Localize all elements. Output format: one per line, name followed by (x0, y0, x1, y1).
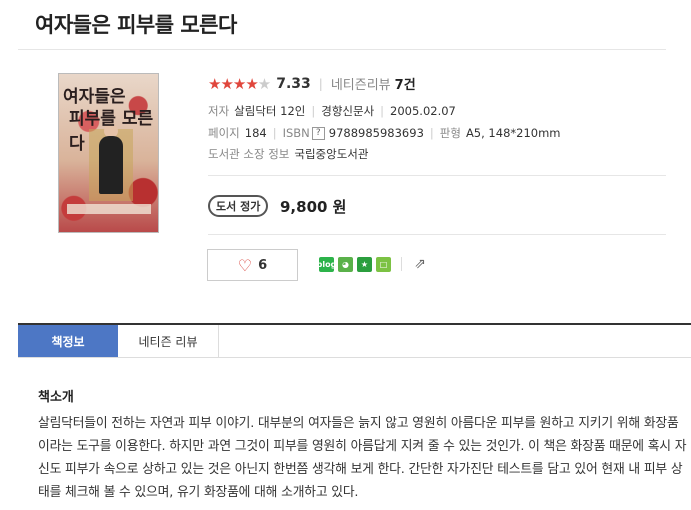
divider (208, 234, 666, 235)
tab-bar: 책정보 네티즌 리뷰 (18, 323, 691, 358)
cover-art (67, 204, 151, 214)
square-share-icon[interactable]: □ (376, 256, 391, 272)
pages-value: 184 (244, 126, 267, 140)
page-title: 여자들은 피부를 모른다 (35, 13, 237, 37)
library-link[interactable]: 국립중앙도서관 (294, 147, 368, 161)
blog-share-icon[interactable]: blog (317, 256, 336, 272)
isbn-label: ISBN (282, 126, 310, 140)
pages-label: 페이지 (208, 126, 240, 140)
author-label: 저자 (208, 104, 230, 118)
tab-book-info[interactable]: 책정보 (18, 325, 118, 357)
review-label[interactable]: 네티즌리뷰 (331, 74, 391, 93)
review-count[interactable]: 7건 (395, 74, 416, 93)
section-title: 책소개 (38, 390, 74, 405)
share-icon[interactable]: ⇗ (412, 256, 428, 272)
like-count: 6 (258, 257, 268, 273)
star-rating-icon: ★★★★★ (208, 74, 271, 93)
bookmark-share-icon[interactable]: ★ (357, 256, 372, 272)
book-cover[interactable]: 여자들은 피부를 모른다 (58, 73, 159, 233)
price-badge: 도서 정가 (208, 195, 269, 217)
band-share-icon[interactable]: ◕ (338, 256, 353, 272)
cover-title: 피부를 모른다 (69, 109, 154, 154)
heart-icon: ♡ (237, 255, 253, 275)
author-link[interactable]: 살림닥터 12인 (234, 104, 305, 118)
size-value: A5, 148*210mm (465, 126, 561, 140)
author-row: 저자 살림닥터 12인 | 경향신문사 | 2005.02.07 (208, 104, 456, 118)
rating-score: 7.33 (276, 75, 311, 92)
help-icon[interactable]: ? (311, 127, 325, 140)
book-description: 살림닥터들이 전하는 자연과 피부 이야기. 대부분의 여자들은 늙지 않고 영… (38, 416, 687, 500)
divider (208, 175, 666, 176)
size-label: 판형 (439, 126, 461, 140)
like-button[interactable]: ♡ 6 (207, 249, 298, 281)
separator: | (318, 76, 323, 91)
share-bar: blog ◕ ★ □ ⇗ (317, 256, 428, 272)
library-row: 도서관 소장 정보 국립중앙도서관 (208, 146, 368, 162)
separator (401, 257, 402, 271)
price-value: 9,800 원 (280, 198, 347, 216)
spec-row: 페이지 184 | ISBN? 9788985983693 | 판형 A5, 148*210m… (208, 126, 561, 140)
library-label: 도서관 소장 정보 (208, 147, 290, 161)
tab-reviews[interactable]: 네티즌 리뷰 (118, 325, 219, 357)
publisher-link[interactable]: 경향신문사 (321, 104, 374, 118)
isbn-value: 9788985983693 (328, 126, 424, 140)
divider (18, 49, 666, 50)
publish-date: 2005.02.07 (390, 104, 456, 118)
rating-row: ★★★★★ 7.33 | 네티즌리뷰 7건 (208, 74, 416, 94)
